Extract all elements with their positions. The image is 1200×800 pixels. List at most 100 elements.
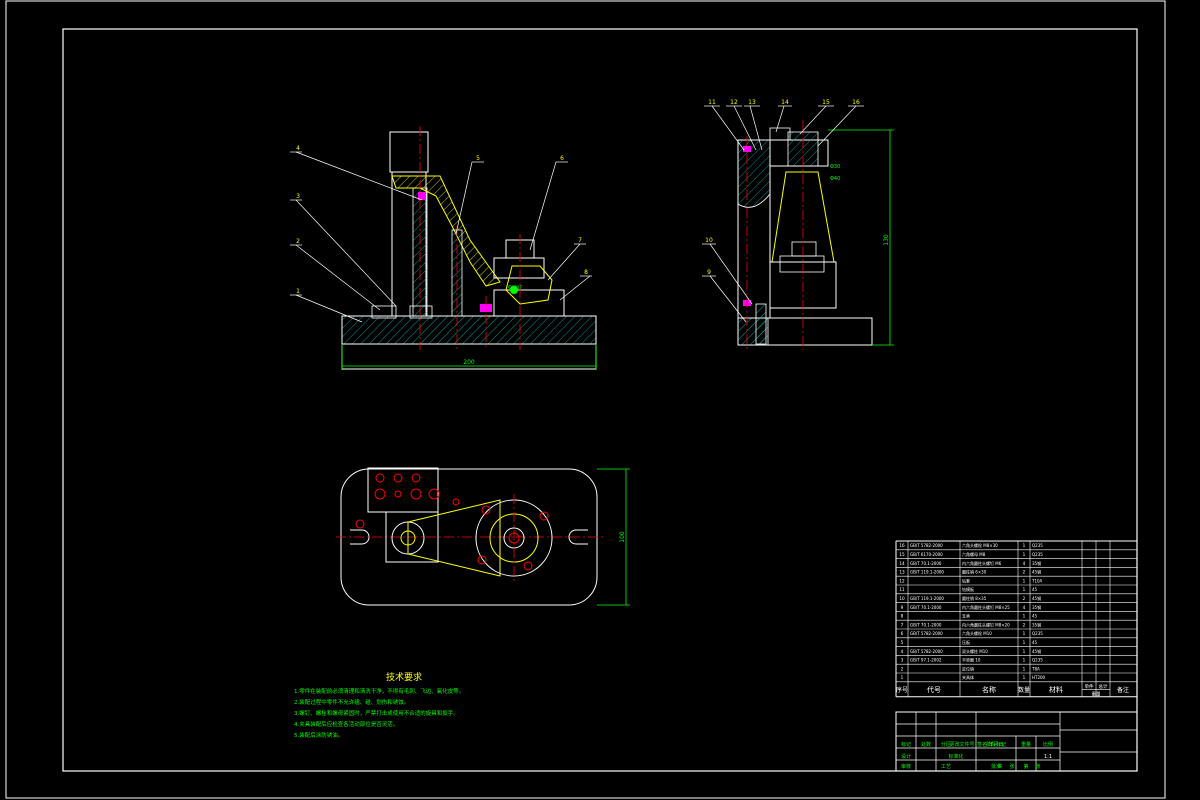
bom-row-name: 六角头螺栓 M8×30: [962, 542, 998, 548]
bom-row-no: 16: [899, 543, 905, 548]
bolt-6-body: [493, 257, 545, 279]
balloon-14: 14: [781, 99, 789, 106]
bom-row-code: GB/T 6170-2000: [910, 552, 943, 557]
bom-row-no: 6: [901, 631, 904, 636]
bom-row-no: 5: [901, 640, 904, 645]
bom-header-unit: 单件: [1085, 683, 1094, 690]
side-view: 130 Φ30 Φ40 11 12 13 14 15 16 10 9: [702, 99, 894, 350]
bom-header-material: 材料: [1049, 685, 1063, 694]
bom-row-code: GB/T 70.1-2000: [910, 605, 942, 610]
side-bolt-body: [779, 255, 825, 273]
bom-row-name: 夹具体: [962, 674, 974, 680]
bom-row-qty: 2: [1023, 596, 1026, 601]
side-dim-130: 130: [883, 234, 890, 246]
bom-row-name: 定位销: [962, 665, 974, 671]
bom-row-no: 4: [901, 649, 904, 654]
bom-row-no: 1: [901, 675, 904, 680]
sheet-outer-border: [5, 0, 1166, 799]
balloon-9: 9: [707, 269, 711, 276]
bom-row-name: 内六角圆柱头螺钉 M6: [962, 560, 1002, 566]
bom-row-code: GB/T 5782-2000: [910, 649, 943, 654]
bom-row-no: 11: [899, 587, 905, 592]
balloon-16: 16: [852, 99, 860, 106]
bom-row-material: T10A: [1031, 578, 1043, 583]
bom-row-name: 圆柱销 8×35: [962, 595, 987, 601]
bom-row-material: 45钢: [1032, 648, 1041, 654]
bom-row-qty: 1: [1023, 631, 1026, 636]
bom-row-material: 45: [1032, 614, 1038, 619]
balloon-5: 5: [476, 155, 480, 162]
bom-row-code: GB/T 119.1-2000: [910, 570, 944, 575]
balloon-11: 11: [708, 99, 716, 106]
bom-row-no: 8: [901, 614, 904, 619]
bom-header-qty: 数量: [1018, 686, 1030, 694]
tb-standard: 标准化: [948, 753, 963, 760]
tb-weight: 重量: [1021, 741, 1031, 748]
bom-row-material: 35钢: [1032, 604, 1041, 610]
bom-row-no: 15: [899, 552, 905, 557]
bom-row-name: 压板: [962, 639, 970, 645]
side-screw-14: [769, 127, 791, 141]
bom-row-code: GB/T 97.1-2002: [910, 658, 942, 663]
bom-header-remark: 备注: [1117, 686, 1129, 694]
bom-row-qty: 1: [1023, 640, 1026, 645]
bom-row-qty: 1: [1023, 578, 1026, 583]
bom-row-material: T8A: [1031, 666, 1040, 671]
bom-row-qty: 1: [1023, 658, 1026, 663]
balloon-1: 1: [296, 288, 300, 295]
bom-row-material: HT200: [1032, 675, 1046, 680]
bom-row-material: 45钢: [1032, 595, 1041, 601]
balloon-8: 8: [584, 269, 588, 276]
bom-row-no: 3: [901, 658, 904, 663]
bom-row-qty: 4: [1023, 561, 1026, 566]
bom-header-code: 代号: [927, 685, 941, 694]
tb-sheet: 张: [1035, 763, 1040, 770]
top-dim-100: 100: [619, 531, 626, 543]
balloon-15: 15: [822, 99, 830, 106]
bom-row-material: Q235: [1032, 552, 1043, 557]
balloon-4: 4: [296, 145, 300, 152]
title-block: 标记 处数 分区 更改文件号 签名 年月日 设计 标准化 审核 工艺 批准 阶段…: [895, 711, 1138, 772]
tech-line-3: 3.螺钉、螺栓和螺母紧固时，严禁打击或使用不合适的旋具和扳手。: [294, 709, 459, 717]
tech-title: 技术要求: [386, 671, 422, 683]
bom-row-code: GB/T 70.1-2000: [910, 561, 942, 566]
bom-row-material: 45钢: [1032, 569, 1041, 575]
bom-row-material: Q235: [1032, 658, 1043, 663]
side-fit-40: Φ40: [830, 176, 840, 182]
bom-row-no: 13: [899, 570, 905, 575]
tech-line-5: 5.装配后涂防锈油。: [294, 731, 343, 739]
side-pin-9: [755, 303, 767, 345]
bom-row-code: GB/T 119.1-2000: [910, 596, 944, 601]
bom-row-no: 9: [901, 605, 904, 610]
front-view: 200 Φ8H7 4 3 2 1 5 6 7 8: [290, 126, 597, 370]
bom-row-no: 2: [901, 666, 904, 671]
bom-row-material: 45: [1032, 640, 1038, 645]
cad-drawing: 200 Φ8H7 4 3 2 1 5 6 7 8 130 Φ30 Φ40 11 …: [5, 0, 1166, 799]
balloon-13: 13: [748, 99, 756, 106]
tb-doc: 更改文件号: [949, 741, 974, 748]
bom-row-name: 内六角圆柱头螺钉 M8×25: [962, 604, 1010, 610]
bom-row-qty: 2: [1023, 570, 1026, 575]
side-nut: [791, 241, 817, 257]
fit-label-front: Φ8H7: [508, 285, 522, 291]
base-body: [341, 315, 597, 345]
tb-mark: 标记: [901, 741, 911, 748]
bom-row-qty: 1: [1023, 552, 1026, 557]
front-balloons: 4 3 2 1 5 6 7 8: [290, 145, 592, 323]
tb-no: 第: [1023, 763, 1028, 770]
side-fit-30: Φ30: [830, 164, 840, 170]
tech-line-2: 2.装配过程中零件不允许磕、碰、划伤和锈蚀。: [294, 698, 409, 706]
bom-row-material: 35钢: [1032, 560, 1041, 566]
balloon-2: 2: [296, 238, 300, 245]
bom-row-no: 10: [899, 596, 905, 601]
bom-header-total: 总计: [1099, 683, 1108, 690]
tech-line-1: 1.零件在装配前必须清理和清洗干净，不得有毛刺、飞边、氧化皮等。: [294, 687, 464, 695]
bom-row-name: 内六角圆柱头螺钉 M8×20: [962, 621, 1010, 627]
tb-review: 审核: [901, 763, 911, 770]
bom-row-no: 12: [899, 578, 905, 583]
tech-requirements: 技术要求 1.零件在装配前必须清理和清洗干净，不得有毛刺、飞边、氧化皮等。 2.…: [294, 671, 464, 739]
bom-row-name: 钻模板: [962, 586, 974, 592]
tech-line-4: 4.夹具装配后应检查各活动部位是否灵活。: [294, 720, 398, 728]
tb-total: 共: [997, 763, 1002, 770]
bom-row-material: 45: [1032, 587, 1038, 592]
